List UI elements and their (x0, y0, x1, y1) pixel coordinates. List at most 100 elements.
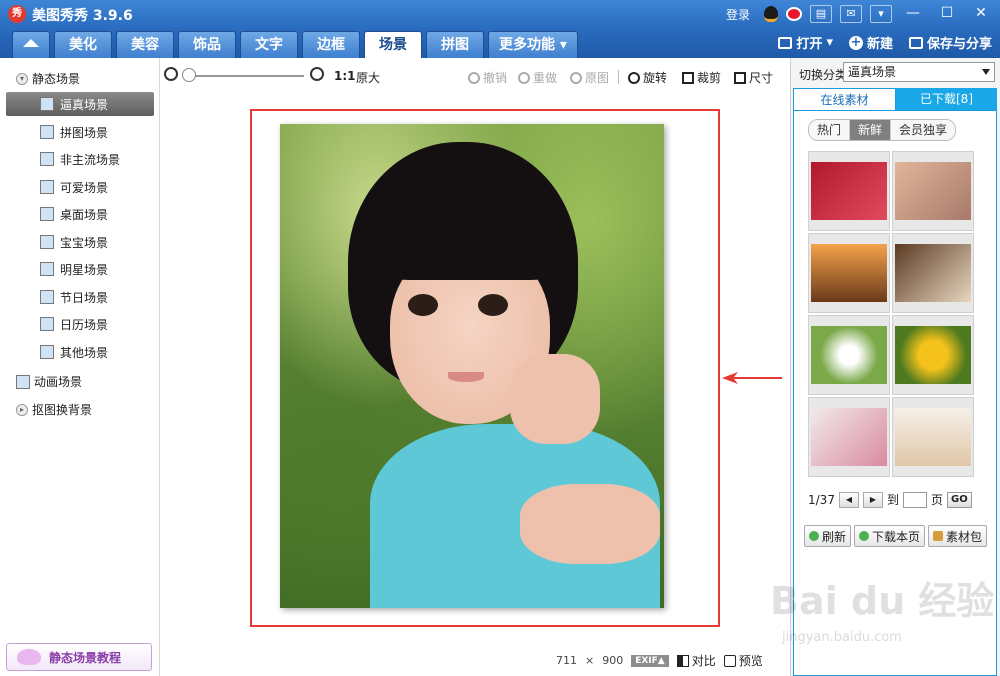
material-thumbnail[interactable] (808, 397, 890, 477)
sidebar-item-nonmainstream[interactable]: 非主流场景 (6, 147, 154, 171)
tree-group-cutout[interactable]: ▸ 抠图换背景 (16, 401, 92, 418)
redo-button[interactable]: 重做 (518, 69, 557, 86)
folder-icon (778, 36, 793, 49)
animation-icon (16, 374, 30, 389)
original-image-button[interactable]: 原图 (570, 69, 609, 86)
scene-icon (40, 235, 54, 249)
preview-icon (723, 654, 736, 667)
zoom-slider-thumb[interactable] (182, 68, 196, 82)
heart-icon (40, 345, 54, 359)
crop-button[interactable]: 裁剪 (682, 69, 721, 86)
material-grid (808, 151, 974, 477)
login-link[interactable]: 登录 (726, 6, 750, 23)
page-indicator: 1/37 (808, 492, 835, 507)
rotate-icon (628, 71, 640, 84)
sidebar-item-cute[interactable]: 可爱场景 (6, 175, 154, 199)
sidebar-item-baby[interactable]: 宝宝场景 (6, 230, 154, 254)
material-thumbnail[interactable] (892, 315, 974, 395)
next-page-button[interactable]: ▶ (862, 491, 883, 508)
sidebar-item-desktop[interactable]: 桌面场景 (6, 202, 154, 226)
static-scene-tutorial-button[interactable]: 静态场景教程 (6, 643, 152, 671)
tab-scene[interactable]: 场景 (364, 31, 422, 58)
material-thumbnail[interactable] (808, 315, 890, 395)
open-dropdown-icon[interactable]: ▾ (826, 35, 833, 50)
title-bar-controls: 登录 ▤ ✉ ▾ — ☐ ✕ (726, 4, 994, 24)
compare-button[interactable]: 对比 (676, 652, 716, 669)
file-actions: 打开 ▾ + 新建 保存与分享 (778, 33, 992, 52)
sidebar-item-star[interactable]: 明星场景 (6, 257, 154, 281)
calendar-icon (40, 317, 54, 331)
material-thumbnail[interactable] (808, 233, 890, 313)
zoom-in-icon[interactable] (310, 67, 324, 81)
resize-button[interactable]: 尺寸 (734, 69, 773, 86)
zoom-slider-track[interactable] (184, 75, 304, 77)
maximize-button[interactable]: ☐ (934, 4, 960, 24)
tab-more[interactable]: 更多功能 ▾ (488, 31, 578, 58)
minimize-button[interactable]: — (900, 4, 926, 24)
download-icon (859, 531, 870, 541)
weibo-icon[interactable] (786, 7, 802, 21)
material-actions: 刷新 下载本页 素材包 (804, 525, 988, 547)
original-size-label[interactable]: 原大 (356, 69, 380, 86)
status-bar: 711 × 900 EXIF▲ 对比 预览 (556, 652, 763, 669)
category-select[interactable]: 逼真场景 (843, 62, 995, 82)
tab-home[interactable] (12, 31, 50, 58)
title-bar: 秀 美图秀秀 3.9.6 登录 ▤ ✉ ▾ — ☐ ✕ (0, 0, 1000, 28)
page-input[interactable] (902, 491, 927, 508)
image-canvas (160, 90, 790, 640)
tab-downloaded[interactable]: 已下载[8] (896, 88, 997, 110)
save-share-button[interactable]: 保存与分享 (908, 33, 992, 52)
actual-size-button[interactable]: 1:1 (334, 69, 356, 83)
refresh-icon (809, 531, 819, 541)
filter-hot[interactable]: 热门 (809, 120, 851, 140)
image-width: 711 (556, 654, 577, 667)
tab-frame[interactable]: 边框 (302, 31, 360, 58)
new-button[interactable]: + 新建 (848, 33, 893, 52)
refresh-button[interactable]: 刷新 (804, 525, 852, 547)
undo-button[interactable]: 撤销 (468, 69, 507, 86)
menu-icon[interactable]: ▾ (870, 5, 892, 23)
original-icon (570, 71, 582, 84)
sidebar-item-calendar[interactable]: 日历场景 (6, 312, 154, 336)
tree-group-static[interactable]: ▾ 静态场景 (16, 70, 80, 87)
material-thumbnail[interactable] (892, 151, 974, 231)
skin-icon[interactable]: ▤ (810, 5, 832, 23)
tab-collage[interactable]: 拼图 (426, 31, 484, 58)
tab-beautify[interactable]: 美化 (54, 31, 112, 58)
watermark-url: jingyan.baidu.com (782, 630, 902, 645)
filter-vip[interactable]: 会员独享 (891, 120, 956, 140)
rotate-button[interactable]: 旋转 (628, 69, 667, 86)
collapse-icon: ▾ (16, 72, 28, 85)
sidebar-item-holiday[interactable]: 节日场景 (6, 285, 154, 309)
material-thumbnail[interactable] (808, 151, 890, 231)
zoom-out-icon[interactable] (164, 67, 178, 81)
photo-preview[interactable] (280, 124, 664, 608)
tab-accessory[interactable]: 饰品 (178, 31, 236, 58)
close-button[interactable]: ✕ (968, 4, 994, 24)
sidebar-item-realistic[interactable]: 逼真场景 (6, 92, 154, 116)
switch-category-label: 切换分类 (799, 68, 848, 82)
material-thumbnail[interactable] (892, 397, 974, 477)
message-icon[interactable]: ✉ (840, 5, 862, 23)
tree-group-animated[interactable]: 动画场景 (16, 373, 82, 390)
pointer-arrow-icon (722, 372, 782, 384)
exif-button[interactable]: EXIF▲ (631, 654, 669, 667)
scene-icon (40, 262, 54, 276)
filter-new[interactable]: 新鲜 (850, 120, 892, 140)
tab-online-material[interactable]: 在线素材 (793, 88, 896, 110)
preview-button[interactable]: 预览 (723, 652, 763, 669)
main-tabs: 美化 美容 饰品 文字 边框 场景 拼图 更多功能 ▾ (12, 31, 578, 58)
sidebar-item-other[interactable]: 其他场景 (6, 340, 154, 364)
tab-cosmetic[interactable]: 美容 (116, 31, 174, 58)
go-button[interactable]: GO (946, 491, 972, 508)
prev-page-button[interactable]: ◀ (838, 491, 859, 508)
tab-text[interactable]: 文字 (240, 31, 298, 58)
qq-icon[interactable] (764, 6, 778, 22)
scene-icon (40, 180, 54, 194)
material-pack-button[interactable]: 素材包 (928, 525, 988, 547)
download-page-button[interactable]: 下载本页 (854, 525, 926, 547)
size-icon (734, 71, 746, 84)
material-thumbnail[interactable] (892, 233, 974, 313)
open-button[interactable]: 打开 ▾ (778, 33, 833, 52)
sidebar-item-collage[interactable]: 拼图场景 (6, 120, 154, 144)
